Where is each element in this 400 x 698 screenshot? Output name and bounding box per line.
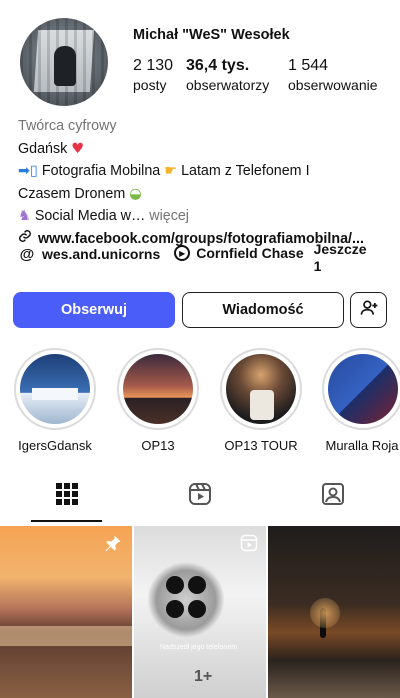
profile-tabs	[0, 468, 400, 524]
lens-3	[166, 600, 184, 618]
highlight-thumb	[328, 354, 398, 424]
reels-icon	[188, 482, 212, 511]
lens-1	[166, 576, 184, 594]
stat-following-value: 1 544	[288, 57, 329, 74]
music-title: Cornfield Chase	[196, 245, 304, 261]
reels-icon	[240, 534, 258, 557]
highlight-op13-tour[interactable]: OP13 TOUR	[219, 348, 303, 453]
heart-icon: ♥	[71, 140, 85, 157]
posts-grid: Nadszedł jego telefonem 1+	[0, 526, 400, 698]
highlight-op13[interactable]: OP13	[116, 348, 200, 453]
add-user-button[interactable]	[350, 292, 387, 328]
bio-line-drone: Czasem Dronem ◒	[18, 183, 390, 206]
stat-posts-label: posty	[133, 77, 167, 93]
grid-post-3[interactable]	[268, 526, 400, 698]
avatar-silhouette	[54, 46, 76, 86]
threads-handle: wes.and.unicorns	[42, 246, 161, 262]
bio-more-link[interactable]: więcej	[149, 208, 189, 224]
bio-photo-b: Latam z Telefonem I	[181, 163, 310, 180]
follow-button[interactable]: Obserwuj	[13, 292, 175, 328]
highlight-label: Muralla Roja	[325, 438, 399, 453]
add-user-icon	[359, 298, 379, 322]
tab-posts[interactable]	[0, 468, 133, 524]
tab-reels[interactable]	[133, 468, 266, 524]
grid-post-1[interactable]	[0, 526, 132, 698]
highlight-thumb	[123, 354, 193, 424]
highlight-igersgdansk[interactable]: IgersGdansk	[13, 348, 97, 453]
oneplus-logo: 1+	[194, 668, 213, 685]
highlight-ring	[322, 348, 400, 430]
profile-chips: @ wes.and.unicorns ▶ Cornfield Chase Jes…	[18, 241, 367, 275]
highlight-label: OP13 TOUR	[224, 438, 298, 453]
highlight-thumb	[226, 354, 296, 424]
stat-following-label: obserwowanie	[288, 77, 378, 93]
ufo-icon: ◒	[129, 185, 142, 202]
pointing-hand-icon: ☛	[164, 163, 178, 180]
highlight-thumb	[20, 354, 90, 424]
phone-arrow-icon: ➡▯	[18, 163, 38, 180]
phone-shape	[250, 390, 274, 420]
stat-posts[interactable]: 2 130 posty	[133, 57, 173, 93]
highlight-ring	[14, 348, 96, 430]
bio-line-photo: ➡▯ Fotografia Mobilna ☛ Latam z Telefone…	[18, 160, 390, 183]
profile-bio: Twórca cyfrowy Gdańsk ♥ ➡▯ Fotografia Mo…	[18, 115, 390, 251]
stat-followers-value: 36,4 tys.	[186, 57, 250, 74]
grid-icon	[55, 482, 78, 510]
lens-4	[188, 600, 206, 618]
highlight-label: OP13	[141, 438, 175, 453]
grid-post-2[interactable]: Nadszedł jego telefonem 1+	[134, 526, 266, 698]
threads-chip[interactable]: @ wes.and.unicorns	[18, 245, 161, 263]
wave-highlight	[0, 626, 132, 646]
tab-tagged[interactable]	[266, 468, 399, 524]
threads-icon: @	[19, 245, 35, 263]
stat-followers[interactable]: 36,4 tys. obserwatorzy	[186, 57, 269, 93]
bio-city: Gdańsk	[18, 140, 68, 157]
tagged-icon	[321, 482, 345, 511]
profile-username: Michał "WeS" Wesołek	[133, 27, 290, 43]
unicorn-icon: ♞	[18, 208, 31, 225]
streetlight-glow	[310, 598, 340, 628]
stat-posts-value: 2 130	[133, 57, 174, 74]
bio-photo: Fotografia Mobilna	[41, 163, 161, 180]
stat-following[interactable]: 1 544 obserwowanie	[288, 57, 378, 93]
highlight-label: IgersGdansk	[18, 438, 92, 453]
bio-line-social: ♞ Social Media w… więcej	[18, 205, 390, 228]
bio-line-city: Gdańsk ♥	[18, 138, 390, 161]
lens-2	[188, 576, 206, 594]
bio-social: Social Media w…	[34, 208, 146, 225]
highlight-ring	[220, 348, 302, 430]
message-button[interactable]: Wiadomość	[182, 292, 344, 328]
profile-avatar[interactable]	[20, 18, 108, 106]
more-chips-button[interactable]: Jeszcze 1	[314, 241, 367, 275]
music-chip[interactable]: ▶ Cornfield Chase	[174, 245, 304, 261]
pin-icon	[104, 534, 122, 557]
phone-caption: Nadszedł jego telefonem	[160, 644, 238, 651]
bio-drone: Czasem Dronem	[18, 185, 126, 202]
highlight-muralla-roja[interactable]: Muralla Roja	[322, 348, 400, 453]
stat-followers-label: obserwatorzy	[186, 77, 270, 93]
highlight-ring	[117, 348, 199, 430]
play-icon: ▶	[174, 245, 191, 261]
building-shape	[32, 388, 78, 400]
camera-module	[148, 562, 224, 638]
bio-category: Twórca cyfrowy	[18, 118, 117, 134]
